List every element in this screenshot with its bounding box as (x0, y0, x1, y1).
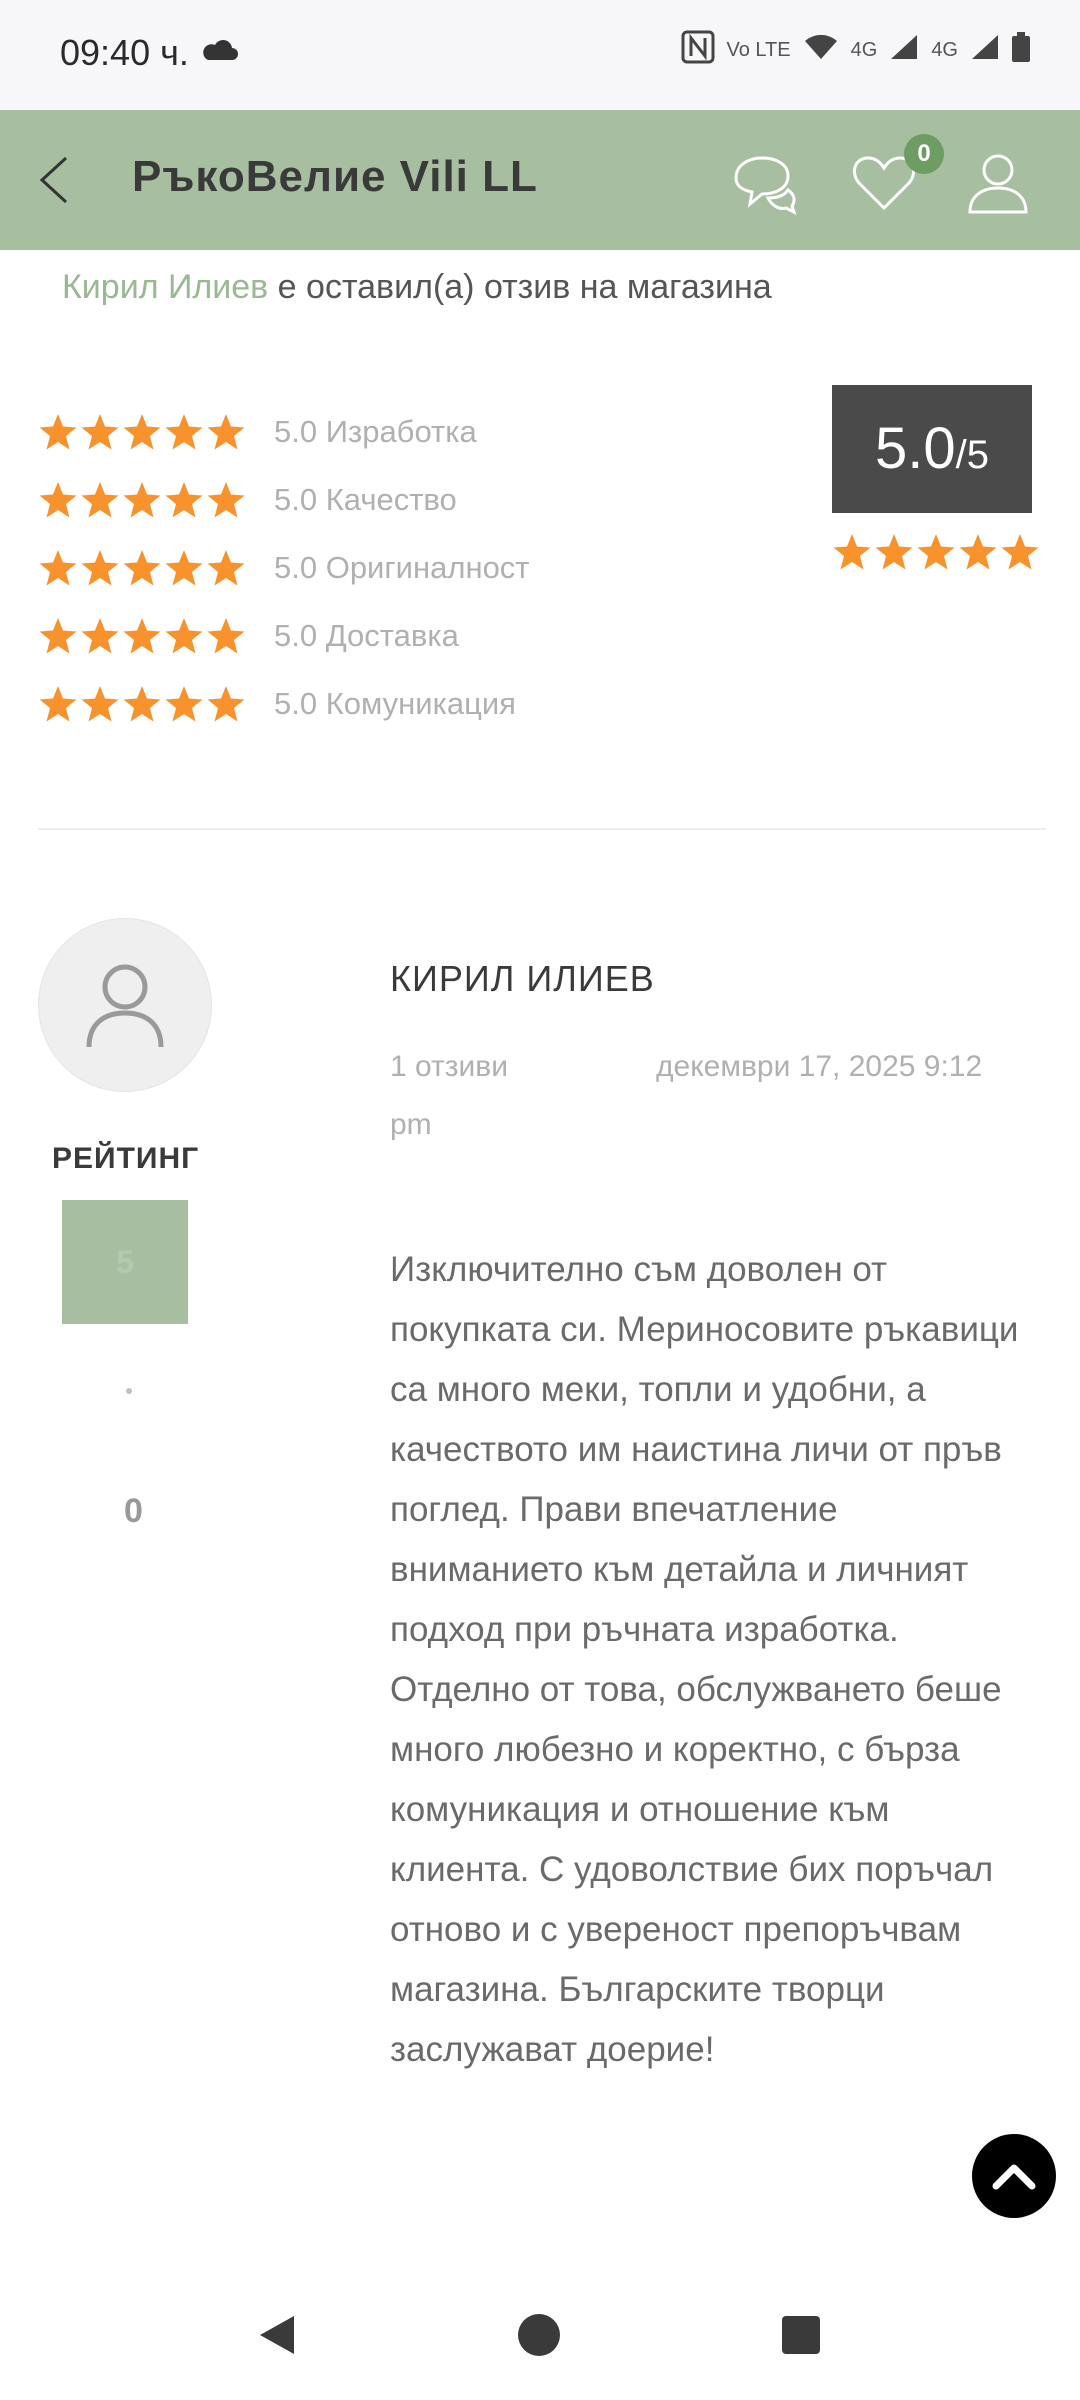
battery-icon (1012, 32, 1030, 67)
star-icon (832, 532, 872, 572)
reviewer-link[interactable]: Кирил Илиев (62, 268, 268, 306)
star-icon (1000, 532, 1040, 572)
star-icon (38, 616, 78, 656)
star-icon (206, 480, 246, 520)
rating-row: 5.0 Оригиналност (38, 534, 530, 602)
rating-label: РЕЙТИНГ (52, 1142, 200, 1175)
system-nav-bar (0, 2290, 1080, 2400)
chevron-up-icon (992, 2164, 1036, 2190)
star-icon (80, 684, 120, 724)
nav-home-button[interactable] (518, 2314, 560, 2356)
cloud-icon (200, 38, 238, 67)
intro-text: е оставил(а) отзив на магазина (268, 268, 772, 306)
user-icon (968, 154, 1028, 214)
review-date: декември 17, 2025 9:12 (656, 1050, 983, 1083)
avatar (38, 918, 212, 1092)
rating-row: 5.0 Комуникация (38, 670, 530, 738)
rating-label: 5.0 Доставка (274, 618, 459, 653)
rating-stars (38, 412, 246, 452)
star-icon (206, 548, 246, 588)
back-button[interactable] (30, 150, 90, 210)
divider (38, 828, 1046, 830)
signal-icon (970, 33, 1000, 66)
rating-row: 5.0 Качество (38, 466, 530, 534)
rating-label: 5.0 Оригиналност (274, 550, 530, 585)
star-icon (164, 616, 204, 656)
volte-indicator: Vo LTE (726, 38, 791, 61)
rating-breakdown: 5.0 Изработка 5.0 Качество 5.0 Оригиналнос… (38, 398, 530, 738)
rating-row: 5.0 Доставка (38, 602, 530, 670)
reviews-count: 1 отзиви (390, 1050, 508, 1083)
star-icon (122, 412, 162, 452)
chat-button[interactable] (728, 146, 800, 218)
star-icon (80, 480, 120, 520)
star-icon (80, 548, 120, 588)
star-icon (206, 616, 246, 656)
scroll-to-top-button[interactable] (972, 2134, 1056, 2218)
star-icon (874, 532, 914, 572)
rating-label: 5.0 Комуникация (274, 686, 516, 721)
star-icon (122, 616, 162, 656)
review-text: Изключително съм доволен от покупката си… (390, 1250, 1019, 2069)
star-icon (122, 480, 162, 520)
star-icon (122, 684, 162, 724)
overall-stars (832, 532, 1040, 572)
network-4g-1: 4G (850, 38, 878, 61)
overall-score-value: 5.0 (875, 416, 956, 481)
star-icon (38, 480, 78, 520)
rating-separator-dot (126, 1388, 132, 1394)
review-intro: Кирил Илиев е оставил(а) отзив на магази… (62, 268, 772, 307)
overall-score-max: /5 (955, 433, 989, 477)
star-icon (38, 684, 78, 724)
network-4g-2: 4G (931, 38, 958, 61)
star-icon (80, 616, 120, 656)
reviewer-name: КИРИЛ ИЛИЕВ (390, 958, 655, 999)
rating-label: 5.0 Качество (274, 482, 457, 517)
rating-label: 5.0 Изработка (274, 414, 477, 449)
chat-icon (734, 156, 797, 215)
star-icon (206, 684, 246, 724)
rating-stars (38, 480, 246, 520)
rating-stars (38, 616, 246, 656)
app-bar: РъкоВелие Vili LL 0 (0, 110, 1080, 250)
back-arrow-icon (39, 156, 68, 204)
nfc-icon (681, 30, 715, 69)
rating-row: 5.0 Изработка (38, 398, 530, 466)
rating-value-box: 5 (62, 1200, 188, 1324)
status-bar: 09:40 ч. Vo LTE 4G 4G (0, 0, 1080, 110)
star-icon (958, 532, 998, 572)
signal-icon (889, 33, 919, 66)
rating-zero: 0 (124, 1492, 143, 1530)
avatar-placeholder-icon (86, 964, 164, 1048)
rating-stars (38, 548, 246, 588)
star-icon (80, 412, 120, 452)
review-date-suffix: pm (390, 1108, 432, 1141)
status-indicators: Vo LTE 4G 4G (681, 30, 1030, 69)
nav-recents-button[interactable] (782, 2316, 820, 2354)
overall-score: 5.0/5 (832, 385, 1032, 513)
star-icon (916, 532, 956, 572)
star-icon (206, 412, 246, 452)
nav-back-icon[interactable] (256, 2312, 298, 2358)
star-icon (164, 684, 204, 724)
rating-stars (38, 684, 246, 724)
star-icon (122, 548, 162, 588)
star-icon (38, 412, 78, 452)
account-button[interactable] (962, 146, 1034, 218)
star-icon (38, 548, 78, 588)
wifi-icon (803, 33, 839, 66)
star-icon (164, 412, 204, 452)
app-title: РъкоВелие Vili LL (132, 152, 538, 201)
star-icon (164, 548, 204, 588)
star-icon (164, 480, 204, 520)
favorites-count-badge: 0 (904, 134, 944, 174)
status-time: 09:40 ч. (60, 32, 189, 73)
